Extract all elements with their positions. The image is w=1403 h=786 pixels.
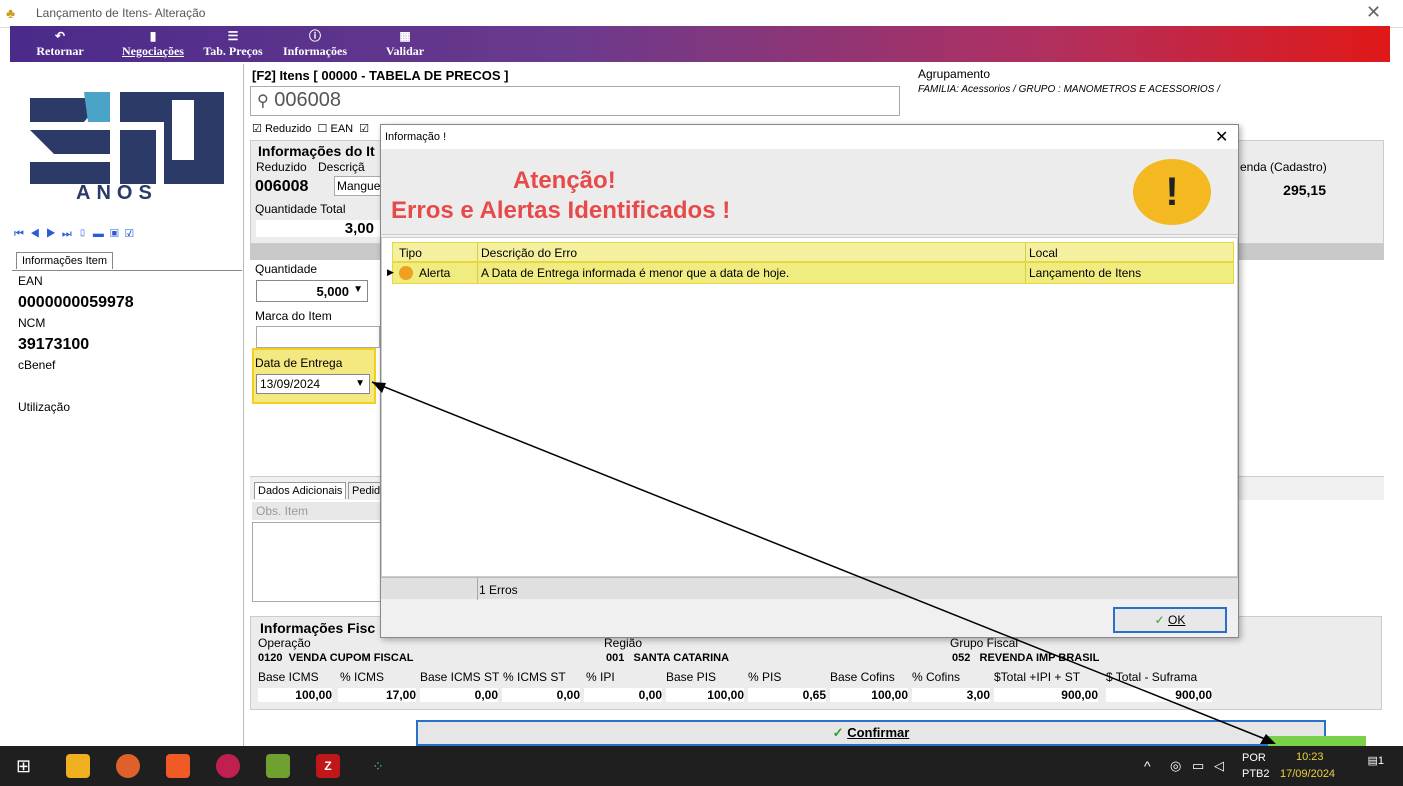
notification-count: 1 <box>1377 755 1384 767</box>
chat-app-icon[interactable] <box>216 754 240 778</box>
tray-volume-icon[interactable]: ◁ <box>1214 758 1224 774</box>
lang-code[interactable]: POR <box>1242 752 1266 764</box>
clock-time[interactable]: 10:23 <box>1296 751 1324 763</box>
annotation-arrow <box>371 381 1276 744</box>
erp-app-icon[interactable] <box>266 754 290 778</box>
notification-icon[interactable]: ▤1 <box>1358 754 1384 780</box>
dots-app-icon[interactable]: ⁘ <box>366 754 390 778</box>
clock-date[interactable]: 17/09/2024 <box>1280 768 1335 780</box>
tray-chevron-icon[interactable]: ^ <box>1144 758 1151 774</box>
windows-start-icon[interactable]: ⊞ <box>16 756 36 776</box>
tray-display-icon[interactable]: ▭ <box>1192 758 1204 774</box>
firefox-icon[interactable] <box>116 754 140 778</box>
filezilla-icon[interactable]: Z <box>316 754 340 778</box>
brave-icon[interactable] <box>166 754 190 778</box>
taskbar: ⊞ Z ⁘ ^ ◎ ▭ ◁ POR PTB2 10:23 17/09/2024 … <box>0 746 1403 786</box>
file-explorer-icon[interactable] <box>66 754 90 778</box>
tray-network-icon[interactable]: ◎ <box>1170 758 1181 774</box>
keyboard-layout[interactable]: PTB2 <box>1242 768 1270 780</box>
